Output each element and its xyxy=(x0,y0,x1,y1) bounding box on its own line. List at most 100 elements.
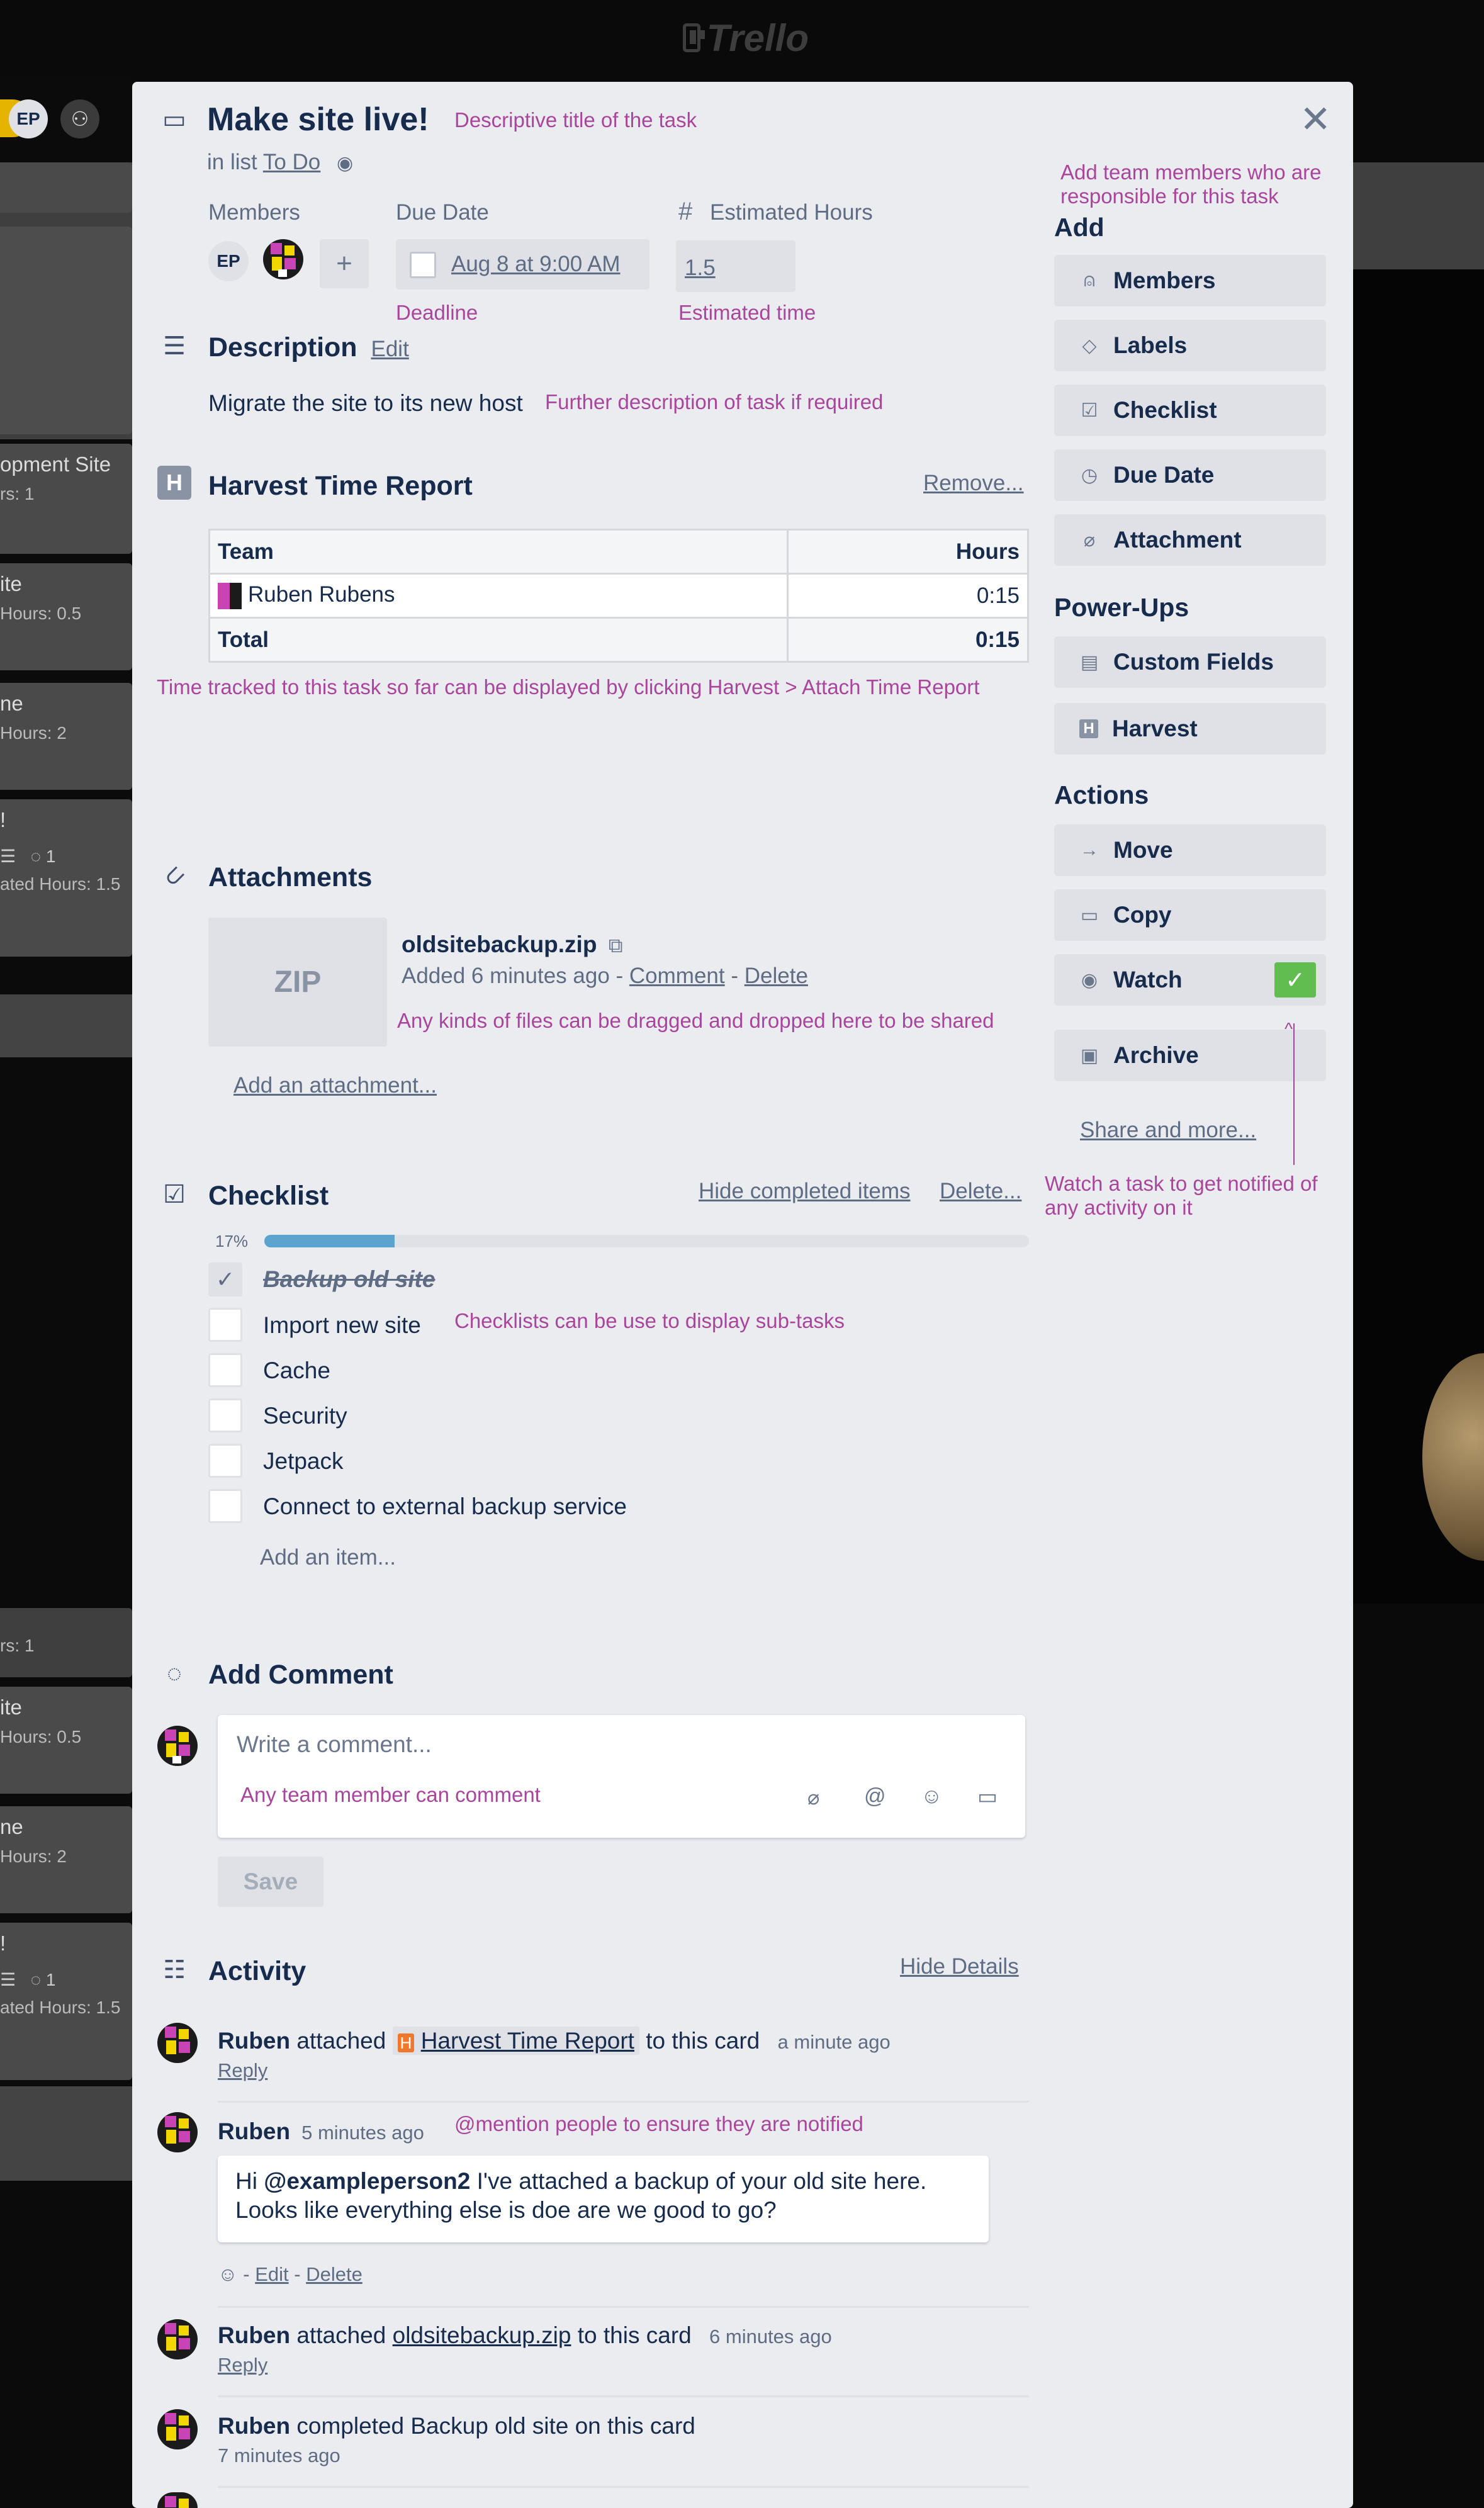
activity-avatar[interactable] xyxy=(157,2409,198,2449)
attachment-activity-link[interactable]: oldsitebackup.zip xyxy=(393,2322,571,2348)
sidebar-labels-button[interactable]: ◇ Labels xyxy=(1054,320,1326,371)
attachment-delete-link[interactable]: Delete xyxy=(745,964,808,988)
attachment-name[interactable]: oldsitebackup.zip ⧉ xyxy=(402,931,623,958)
board-list-footer xyxy=(0,2086,132,2181)
trello-logo[interactable]: Trello xyxy=(683,17,809,59)
sidebar-members-button[interactable]: ⍝ Members xyxy=(1054,255,1326,306)
share-and-more-link[interactable]: Share and more... xyxy=(1080,1118,1256,1143)
add-comment-title: Add Comment xyxy=(208,1660,393,1690)
checklist-checkbox[interactable] xyxy=(208,1308,242,1342)
checklist-checkbox[interactable] xyxy=(208,1444,242,1478)
sidebar-move-button[interactable]: → Move xyxy=(1054,824,1326,876)
attach-icon[interactable]: ⌀ xyxy=(807,1785,819,1809)
close-icon[interactable]: ✕ xyxy=(1300,98,1331,142)
due-date-field[interactable]: Aug 8 at 9:00 AM xyxy=(396,239,649,290)
add-member-button[interactable]: + xyxy=(320,239,369,288)
checklist-item[interactable]: Cache xyxy=(263,1358,330,1384)
harvest-remove-link[interactable]: Remove... xyxy=(923,471,1024,496)
checklist-checkbox[interactable] xyxy=(208,1398,242,1432)
sidebar-due-date-button[interactable]: ◷ Due Date xyxy=(1054,449,1326,501)
card-icon: ▭ xyxy=(162,106,186,133)
card-link-icon[interactable]: ▭ xyxy=(977,1784,998,1809)
board-card[interactable]: ! ☰ ◌ 1 ated Hours: 1.5 xyxy=(0,799,132,957)
sidebar-attachment-button[interactable]: ⌀ Attachment xyxy=(1054,514,1326,566)
checklist-item[interactable]: Connect to external backup service xyxy=(263,1493,627,1520)
description-edit-link[interactable]: Edit xyxy=(371,337,409,361)
reply-link[interactable]: Reply xyxy=(218,2354,267,2376)
activity-avatar[interactable] xyxy=(157,2112,198,2152)
sidebar-custom-fields-button[interactable]: ▤ Custom Fields xyxy=(1054,636,1326,688)
divider xyxy=(218,2306,1029,2308)
harvest-title: Harvest Time Report xyxy=(208,471,473,501)
activity-icon: ☷ xyxy=(163,1956,186,1984)
checklist-item[interactable]: Jetpack xyxy=(263,1448,344,1475)
attachment-thumbnail[interactable]: ZIP xyxy=(208,918,387,1047)
comment-input[interactable]: Write a comment... xyxy=(237,1731,432,1758)
external-link-icon[interactable]: ⧉ xyxy=(609,934,623,957)
board-card[interactable]: rs: 1 xyxy=(0,1608,132,1677)
activity-avatar[interactable] xyxy=(157,2319,198,2359)
comment-edit-link[interactable]: Edit xyxy=(255,2263,288,2285)
board-card[interactable]: ite Hours: 0.5 xyxy=(0,1687,132,1794)
comment-box[interactable]: Write a comment... Any team member can c… xyxy=(218,1715,1025,1838)
custom-fields-icon: ▤ xyxy=(1080,651,1099,673)
sidebar-actions-heading: Actions xyxy=(1054,780,1149,809)
description-text[interactable]: Migrate the site to its new host xyxy=(208,390,523,417)
table-total-row: Total 0:15 xyxy=(208,617,1029,663)
divider xyxy=(218,2395,1029,2397)
harvest-report-link[interactable]: H Harvest Time Report xyxy=(392,2027,639,2055)
checklist-checkbox[interactable] xyxy=(208,1353,242,1387)
comment-bubble[interactable]: Hi @exampleperson2 I've attached a backu… xyxy=(218,2156,989,2242)
invite-member-icon[interactable]: ⚇ xyxy=(60,99,99,138)
checklist-progress-bar xyxy=(264,1235,1029,1247)
due-complete-checkbox[interactable] xyxy=(410,252,436,278)
current-user-avatar[interactable] xyxy=(157,1726,198,1766)
mention-tag[interactable]: @exampleperson2 xyxy=(264,2168,470,2194)
checklist-checkbox-checked[interactable]: ✓ xyxy=(208,1262,242,1296)
member-avatar-ep[interactable]: EP xyxy=(9,99,48,138)
watch-check-icon: ✓ xyxy=(1274,962,1316,998)
list-link[interactable]: To Do xyxy=(263,150,320,174)
mention-icon[interactable]: @ xyxy=(864,1784,886,1809)
board-card[interactable]: opment Site rs: 1 xyxy=(0,444,132,554)
emoji-icon[interactable]: ☺ xyxy=(921,1784,943,1809)
checklist-checkbox[interactable] xyxy=(208,1489,242,1523)
add-checklist-item-link[interactable]: Add an item... xyxy=(260,1545,396,1570)
annotation-estimated: Estimated time xyxy=(678,301,816,324)
board-card[interactable] xyxy=(0,227,132,434)
checklist-item[interactable]: Security xyxy=(263,1403,347,1429)
trello-logo-icon xyxy=(683,23,705,52)
board-card[interactable]: ite Hours: 0.5 xyxy=(0,563,132,670)
hide-details-link[interactable]: Hide Details xyxy=(900,1954,1019,1979)
member-avatar-ep[interactable]: EP xyxy=(208,241,249,281)
board-card[interactable]: ne Hours: 2 xyxy=(0,1806,132,1913)
checklist-item[interactable]: Import new site xyxy=(263,1312,421,1339)
annotation-checklist: Checklists can be use to display sub-tas… xyxy=(454,1309,845,1332)
checklist-delete-link[interactable]: Delete... xyxy=(940,1179,1021,1204)
reply-link[interactable]: Reply xyxy=(218,2059,267,2082)
save-comment-button[interactable]: Save xyxy=(218,1857,323,1907)
card-title[interactable]: Make site live! xyxy=(207,101,429,138)
add-attachment-link[interactable]: Add an attachment... xyxy=(233,1073,437,1098)
sidebar-copy-button[interactable]: ▭ Copy xyxy=(1054,889,1326,941)
board-card[interactable] xyxy=(0,162,132,213)
divider xyxy=(218,2101,1029,2103)
sidebar-harvest-button[interactable]: H Harvest xyxy=(1054,703,1326,755)
reaction-icon[interactable]: ☺ xyxy=(218,2263,238,2285)
due-date-value: Aug 8 at 9:00 AM xyxy=(451,252,621,276)
activity-title: Activity xyxy=(208,1956,306,1986)
attachments-title: Attachments xyxy=(208,862,373,892)
sidebar-watch-button[interactable]: ◉ Watch ✓ xyxy=(1054,954,1326,1006)
sidebar-checklist-button[interactable]: ☑ Checklist xyxy=(1054,385,1326,436)
board-card[interactable]: ne Hours: 2 xyxy=(0,683,132,790)
estimated-hours-input[interactable]: 1.5 xyxy=(676,240,795,292)
attachment-comment-link[interactable]: Comment xyxy=(629,964,725,988)
board-card[interactable]: ! ☰ ◌ 1 ated Hours: 1.5 xyxy=(0,1923,132,2080)
member-avatar-ruben[interactable] xyxy=(263,239,303,279)
hide-completed-link[interactable]: Hide completed items xyxy=(699,1179,911,1204)
comment-icon: ◌ xyxy=(167,1660,182,1687)
watching-eye-icon: ◉ xyxy=(337,153,354,174)
checklist-item[interactable]: Backup old site xyxy=(263,1266,435,1293)
activity-avatar[interactable] xyxy=(157,2023,198,2063)
comment-delete-link[interactable]: Delete xyxy=(306,2263,363,2285)
